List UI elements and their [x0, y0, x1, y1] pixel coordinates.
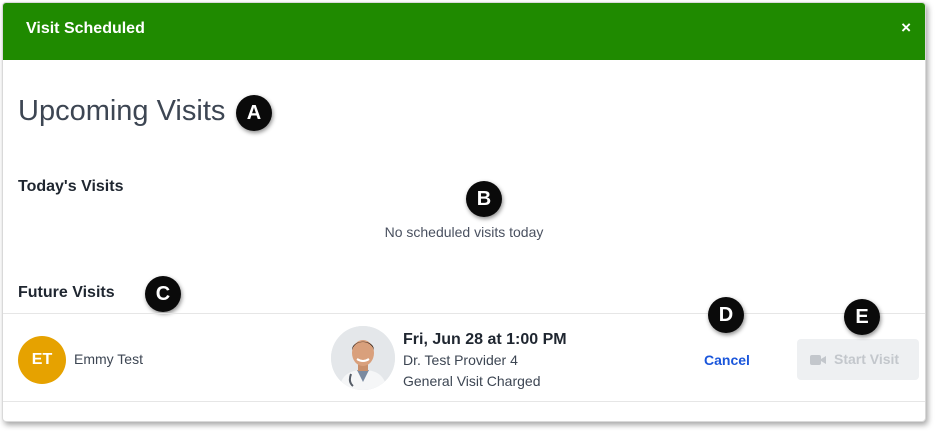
- visits-panel: Visit Scheduled × Upcoming Visits A Toda…: [2, 2, 926, 422]
- future-visits-heading: Future Visits: [18, 284, 115, 301]
- callout-c: C: [145, 276, 181, 312]
- page-title: Upcoming Visits: [18, 95, 226, 127]
- visit-date-time: Fri, Jun 28 at 1:00 PM: [403, 331, 567, 348]
- callout-a: A: [236, 95, 272, 131]
- patient-name: Emmy Test: [74, 351, 143, 367]
- divider: [3, 313, 925, 314]
- avatar: ET: [18, 336, 66, 384]
- callout-b: B: [466, 181, 502, 217]
- visit-type: General Visit Charged: [403, 373, 541, 389]
- close-icon[interactable]: ×: [901, 18, 911, 38]
- banner-title: Visit Scheduled: [26, 20, 145, 37]
- callout-e: E: [844, 299, 880, 335]
- callout-d: D: [708, 297, 744, 333]
- empty-state-text: No scheduled visits today: [384, 224, 544, 240]
- provider-photo: [331, 326, 395, 390]
- cancel-button[interactable]: Cancel: [695, 348, 759, 372]
- provider-name: Dr. Test Provider 4: [403, 352, 518, 368]
- todays-visits-heading: Today's Visits: [18, 178, 124, 195]
- divider: [3, 401, 925, 402]
- visit-scheduled-banner: Visit Scheduled ×: [3, 3, 925, 60]
- video-camera-icon: [810, 353, 826, 369]
- start-visit-button[interactable]: Start Visit: [797, 339, 919, 380]
- start-visit-label: Start Visit: [834, 351, 900, 367]
